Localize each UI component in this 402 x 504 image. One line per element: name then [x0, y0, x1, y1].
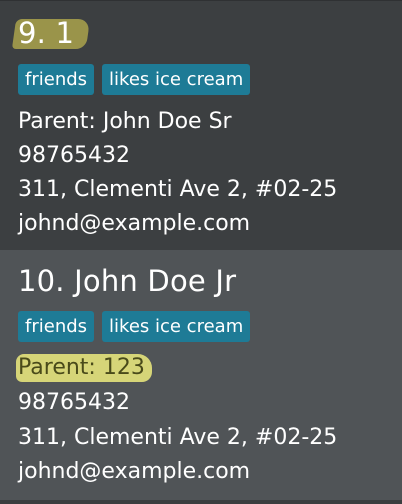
tag: likes ice cream — [102, 311, 251, 342]
person-card[interactable]: 9. 1 friends likes ice cream Parent: Joh… — [0, 0, 402, 250]
address-field: 311, Clementi Ave 2, #02-25 — [18, 425, 338, 450]
address-field: 311, Clementi Ave 2, #02-25 — [18, 177, 338, 202]
phone-field: 98765432 — [18, 143, 130, 168]
parent-field: Parent: John Doe Sr — [18, 109, 232, 134]
tag-list: friends likes ice cream — [18, 311, 251, 342]
email-field: johnd@example.com — [18, 211, 251, 236]
tag: likes ice cream — [102, 64, 251, 95]
parent-field: Parent: 123 — [18, 355, 145, 380]
person-card-selected[interactable]: 10. John Doe Jr friends likes ice cream … — [0, 250, 402, 500]
tag: friends — [18, 64, 95, 95]
person-card-title: 9. 1 — [18, 16, 75, 50]
person-list[interactable]: 9. 1 friends likes ice cream Parent: Joh… — [0, 0, 402, 504]
person-card-title: 10. John Doe Jr — [18, 264, 237, 298]
tag: friends — [18, 311, 95, 342]
phone-field: 98765432 — [18, 390, 130, 415]
list-bottom-edge — [0, 500, 402, 504]
email-field: johnd@example.com — [18, 459, 251, 484]
tag-list: friends likes ice cream — [18, 64, 251, 95]
